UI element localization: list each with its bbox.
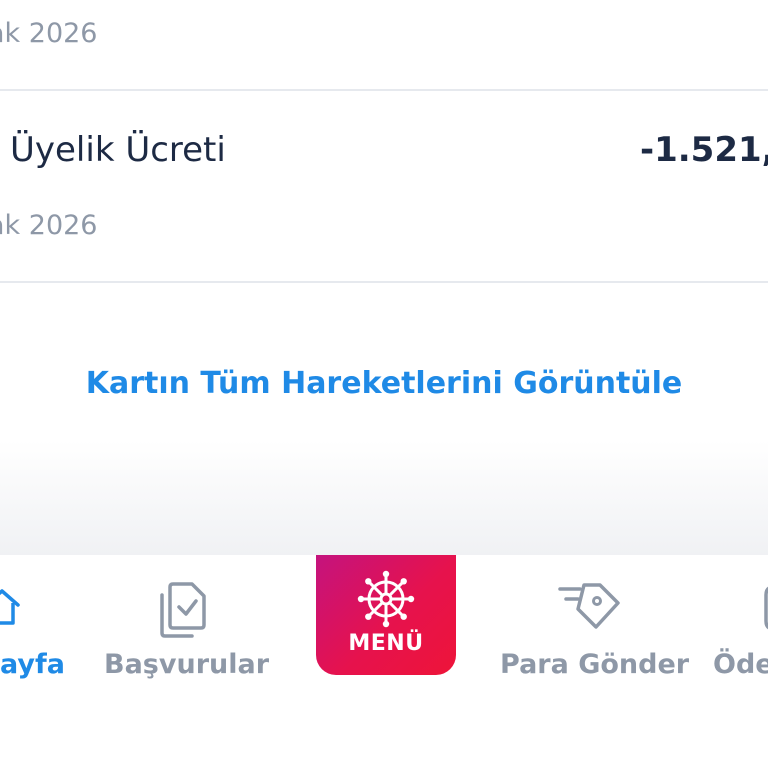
- transaction-amount: -1.521,0: [640, 130, 768, 170]
- divider: [0, 89, 768, 91]
- transaction-title: Üyelik Ücreti: [10, 130, 226, 170]
- tab-payments-label: Öde: [713, 649, 768, 680]
- document-check-icon: [160, 582, 206, 638]
- tab-send-money[interactable]: Para Gönder: [496, 555, 690, 695]
- tab-home-label: ayfa: [0, 649, 65, 680]
- tab-send-money-label: Para Gönder: [500, 649, 690, 680]
- divider: [0, 281, 768, 283]
- tab-home[interactable]: ayfa: [0, 555, 80, 695]
- menu-button[interactable]: MENÜ: [316, 555, 456, 675]
- view-all-transactions-link[interactable]: Kartın Tüm Hareketlerini Görüntüle: [0, 366, 768, 401]
- wallet-icon: [764, 586, 768, 630]
- transaction-date: ak 2026: [0, 210, 98, 241]
- send-tag-icon: [558, 583, 620, 629]
- tab-payments[interactable]: Öde: [710, 555, 768, 695]
- tab-applications[interactable]: Başvurular: [100, 555, 269, 695]
- content-bottom-fade: [0, 440, 768, 556]
- transaction-date: ak 2026: [0, 18, 98, 49]
- home-icon: [0, 589, 20, 625]
- screen: ak 2026 Üyelik Ücreti -1.521,0 ak 2026 K…: [0, 0, 768, 768]
- ship-wheel-icon: [357, 570, 415, 628]
- tab-applications-label: Başvurular: [104, 649, 270, 680]
- transaction-row[interactable]: Üyelik Ücreti -1.521,0: [0, 92, 768, 210]
- menu-button-label: MENÜ: [348, 631, 424, 656]
